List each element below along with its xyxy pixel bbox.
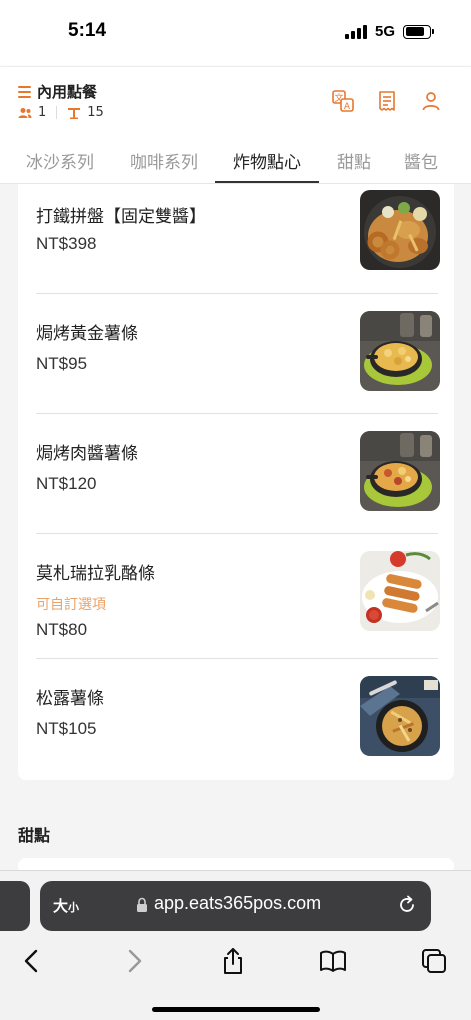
menu-item[interactable]: 莫札瑞拉乳酪條 可自訂選項 NT$80 bbox=[36, 534, 440, 659]
item-name: 莫札瑞拉乳酪條 bbox=[36, 564, 155, 584]
item-image[interactable] bbox=[360, 190, 440, 270]
battery-icon bbox=[403, 24, 434, 39]
header-actions: 文 A bbox=[331, 89, 443, 113]
item-customizable-note: 可自訂選項 bbox=[36, 597, 106, 613]
browser-toolbar: 大小 app.eats365pos.com bbox=[0, 870, 471, 1020]
table-icon bbox=[68, 107, 81, 119]
item-price: NT$120 bbox=[36, 474, 97, 493]
home-indicator bbox=[152, 1007, 320, 1012]
item-image[interactable] bbox=[360, 431, 440, 511]
page-title: 內用點餐 bbox=[37, 83, 98, 101]
previous-tab-pill[interactable] bbox=[0, 881, 30, 931]
user-icon[interactable] bbox=[419, 89, 443, 113]
tab-sauce[interactable]: 醬包 bbox=[404, 148, 438, 173]
item-price: NT$105 bbox=[36, 719, 97, 738]
menu-item[interactable]: 焗烤肉醬薯條 NT$120 bbox=[36, 414, 440, 534]
active-tab-indicator bbox=[215, 181, 319, 183]
share-icon[interactable] bbox=[219, 947, 247, 975]
tab-coffee[interactable]: 咖啡系列 bbox=[130, 148, 198, 173]
menu-item[interactable]: 焗烤黃金薯條 NT$95 bbox=[36, 294, 440, 414]
tab-smoothie[interactable]: 冰沙系列 bbox=[26, 148, 94, 173]
menu-content: 打鐵拼盤【固定雙醬】 NT$398 焗烤黃金薯條 NT$95 焗烤肉醬薯條 NT… bbox=[0, 184, 471, 874]
menu-item[interactable]: 打鐵拼盤【固定雙醬】 NT$398 bbox=[36, 184, 440, 294]
item-image[interactable] bbox=[360, 311, 440, 391]
item-price: NT$80 bbox=[36, 620, 88, 639]
receipt-icon[interactable] bbox=[375, 89, 399, 113]
text-size-button[interactable]: 大小 bbox=[53, 895, 79, 916]
item-name: 焗烤肉醬薯條 bbox=[36, 444, 138, 464]
status-indicators: 5G bbox=[344, 23, 434, 40]
item-name: 焗烤黃金薯條 bbox=[36, 324, 138, 344]
status-time: 5:14 bbox=[68, 20, 107, 41]
svg-text:A: A bbox=[344, 102, 351, 112]
signal-icon bbox=[344, 24, 367, 39]
lock-icon bbox=[137, 897, 147, 912]
item-price: NT$398 bbox=[36, 234, 97, 253]
browser-nav bbox=[0, 943, 471, 983]
section-title-dessert: 甜點 bbox=[18, 826, 51, 845]
translate-icon[interactable]: 文 A bbox=[331, 89, 355, 113]
item-name: 打鐵拼盤【固定雙醬】 bbox=[36, 207, 206, 227]
guest-count: 1 bbox=[38, 105, 47, 120]
guests-icon bbox=[18, 107, 32, 118]
item-image[interactable] bbox=[360, 551, 440, 631]
table-number: 15 bbox=[87, 105, 104, 120]
network-type: 5G bbox=[374, 23, 395, 40]
menu-item[interactable]: 松露薯條 NT$105 bbox=[36, 659, 440, 780]
app-header: 內用點餐 1 15 文 A bbox=[0, 66, 471, 134]
item-name: 松露薯條 bbox=[36, 689, 104, 709]
meta-divider bbox=[56, 106, 58, 119]
bookmarks-icon[interactable] bbox=[319, 947, 347, 975]
menu-card: 打鐵拼盤【固定雙醬】 NT$398 焗烤黃金薯條 NT$95 焗烤肉醬薯條 NT… bbox=[18, 184, 454, 780]
status-bar: 5:14 5G bbox=[0, 0, 471, 66]
address-bar[interactable]: 大小 app.eats365pos.com bbox=[40, 881, 431, 931]
item-price: NT$95 bbox=[36, 354, 88, 373]
tab-fried-snacks[interactable]: 炸物點心 bbox=[233, 148, 301, 173]
header-title[interactable]: 內用點餐 bbox=[18, 81, 97, 102]
menu-icon[interactable] bbox=[18, 85, 31, 98]
category-tabs: 冰沙系列 咖啡系列 炸物點心 甜點 醬包 bbox=[0, 134, 471, 184]
tab-dessert[interactable]: 甜點 bbox=[337, 148, 371, 173]
forward-icon[interactable] bbox=[120, 947, 148, 975]
back-icon[interactable] bbox=[18, 947, 46, 975]
tabs-icon[interactable] bbox=[420, 947, 448, 975]
item-image[interactable] bbox=[360, 676, 440, 756]
header-meta: 1 15 bbox=[18, 105, 104, 120]
url-text: app.eats365pos.com bbox=[154, 893, 322, 913]
reload-icon[interactable] bbox=[397, 895, 417, 915]
